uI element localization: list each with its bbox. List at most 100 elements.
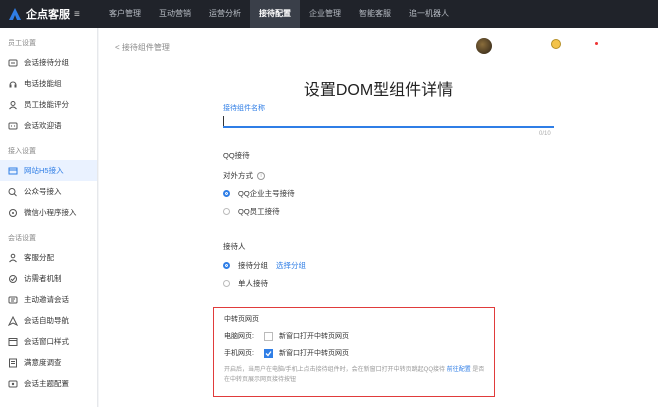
char-counter: 0/10: [539, 131, 551, 137]
qq-mode-label: 对外方式: [223, 171, 253, 180]
radio-unselected-icon[interactable]: [223, 280, 230, 287]
sidebar-item[interactable]: 会话主题配置: [0, 373, 97, 394]
logo-icon: [9, 8, 21, 20]
welcome-chat-icon: [8, 121, 18, 131]
main-content: < 接待组件管理 设置DOM型组件详情 接待组件名称 0/10 QQ接待 对外方…: [99, 28, 658, 407]
assign-icon: [8, 253, 18, 263]
invite-icon: [8, 295, 18, 305]
checkmark-icon: [265, 350, 272, 356]
sidebar-item[interactable]: 网站H5接入: [0, 160, 97, 181]
redirect-page-highlight: 中转页网页 电脑网页: 新窗口打开中转页网页 手机网页: 新窗口打开中转页网页 …: [213, 307, 495, 397]
receiver-section-title: 接待人: [223, 242, 246, 251]
back-link[interactable]: < 接待组件管理: [115, 42, 170, 53]
nav-item[interactable]: 运营分析: [200, 0, 250, 28]
top-bar: 企点客服 ≡ 客户管理 互动营销 运营分析 接待配置 企业管理 智能客服 追一机器人: [0, 0, 658, 28]
sidebar-group-title: 会话设置: [8, 235, 36, 242]
nav-item[interactable]: 追一机器人: [400, 0, 458, 28]
qq-option-staff[interactable]: QQ员工接待: [223, 206, 280, 217]
sidebar-item-label: 微信小程序接入: [24, 208, 77, 217]
visitor-icon: [8, 274, 18, 284]
sidebar-item-label: 会话主题配置: [24, 379, 69, 388]
mobile-label: 手机网页:: [224, 350, 254, 357]
receiver-option-single-label: 单人接待: [238, 279, 268, 288]
page-title: 设置DOM型组件详情: [303, 82, 454, 99]
user-rating-icon: [8, 100, 18, 110]
nav-item[interactable]: 接待配置: [250, 0, 300, 28]
sidebar-item-label: 电话技能组: [24, 79, 62, 88]
chat-group-icon: [8, 58, 18, 68]
name-field-label: 接待组件名称: [223, 105, 265, 112]
pc-checkbox[interactable]: [264, 331, 273, 341]
mobile-checkbox[interactable]: [264, 348, 273, 358]
sidebar-group-title: 员工设置: [8, 40, 36, 47]
wechat-official-icon: [8, 187, 18, 197]
select-group-link[interactable]: 选择分组: [276, 260, 306, 271]
sidebar-item-label: 员工技能评分: [24, 100, 69, 109]
menu-toggle-icon[interactable]: ≡: [74, 9, 80, 20]
nav-item[interactable]: 企业管理: [300, 0, 350, 28]
qq-section-title: QQ接待: [223, 151, 250, 160]
sidebar-item[interactable]: 员工技能评分: [0, 94, 97, 115]
nav-item[interactable]: 客户管理: [100, 0, 150, 28]
sidebar-item[interactable]: 客服分配: [0, 247, 97, 268]
top-nav: 客户管理 互动营销 运营分析 接待配置 企业管理 智能客服 追一机器人: [100, 0, 458, 28]
sidebar-item[interactable]: 满意度调查: [0, 352, 97, 373]
pc-label: 电脑网页:: [224, 333, 254, 340]
name-input[interactable]: [223, 114, 554, 128]
app-name: 企点客服: [26, 9, 70, 21]
app-logo[interactable]: 企点客服 ≡: [0, 6, 100, 22]
qq-option-main[interactable]: QQ企业主号接待: [223, 188, 295, 199]
sidebar-item-label: 主动邀请会话: [24, 295, 69, 304]
sidebar-item[interactable]: 主动邀请会话: [0, 289, 97, 310]
sidebar-group-title: 接入设置: [8, 148, 36, 155]
sidebar-item[interactable]: 会话接待分组: [0, 52, 97, 73]
nav-item[interactable]: 互动营销: [150, 0, 200, 28]
avatar[interactable]: [476, 38, 492, 54]
sidebar-item[interactable]: 公众号接入: [0, 181, 97, 202]
sidebar-item-label: 会话窗口样式: [24, 337, 69, 346]
mobile-checkbox-label: 新窗口打开中转页网页: [279, 350, 349, 357]
mobile-row: 手机网页: 新窗口打开中转页网页: [224, 348, 349, 358]
sidebar-item-label: 会话接待分组: [24, 58, 69, 67]
configure-link[interactable]: 前往配置: [447, 367, 471, 373]
sidebar: 员工设置会话接待分组 电话技能组员工技能评分 会话欢迎语接入设置网站H5接入公众号接…: [0, 28, 98, 407]
radio-selected-icon[interactable]: [223, 190, 230, 197]
redirect-title: 中转页网页: [224, 316, 259, 323]
sidebar-item[interactable]: 微信小程序接入: [0, 202, 97, 223]
nav-item[interactable]: 智能客服: [350, 0, 400, 28]
radio-unselected-icon[interactable]: [223, 208, 230, 215]
qq-mode-row: 对外方式 i: [223, 170, 265, 181]
web-icon: [8, 166, 18, 176]
qq-option-staff-label: QQ员工接待: [238, 207, 280, 216]
sidebar-item-label: 会话自助导航: [24, 316, 69, 325]
text-caret: [223, 116, 224, 126]
pc-row: 电脑网页: 新窗口打开中转页网页: [224, 331, 349, 341]
sidebar-item[interactable]: 电话技能组: [0, 73, 97, 94]
sidebar-item-label: 满意度调查: [24, 358, 62, 367]
receiver-option-group-label: 接待分组: [238, 261, 268, 270]
receiver-option-single[interactable]: 单人接待: [223, 278, 268, 289]
redirect-note-text: 开启后，当用户在电脑/手机上点击接待组件时，会在新窗口打开中转页跳起QQ接待: [224, 367, 446, 373]
theme-icon: [8, 379, 18, 389]
sidebar-item-label: 客服分配: [24, 253, 54, 262]
sidebar-item-label: 访需者机制: [24, 274, 62, 283]
window-style-icon: [8, 337, 18, 347]
sidebar-item[interactable]: 会话欢迎语: [0, 115, 97, 136]
info-icon[interactable]: i: [257, 171, 265, 180]
navigation-icon: [8, 315, 18, 326]
sidebar-item[interactable]: 会话自助导航: [0, 310, 97, 331]
survey-icon: [8, 358, 18, 368]
sidebar-item[interactable]: 会话窗口样式: [0, 331, 97, 352]
radio-selected-icon[interactable]: [223, 262, 230, 269]
emoji-icon[interactable]: [551, 39, 561, 49]
sidebar-item-label: 公众号接入: [24, 187, 62, 196]
qq-option-main-label: QQ企业主号接待: [238, 189, 295, 198]
receiver-option-group[interactable]: 接待分组 选择分组: [223, 260, 306, 271]
sidebar-item[interactable]: 访需者机制: [0, 268, 97, 289]
headset-icon: [8, 79, 18, 89]
pc-checkbox-label: 新窗口打开中转页网页: [279, 333, 349, 340]
notification-dot: [595, 42, 598, 45]
mini-program-icon: [8, 208, 18, 218]
redirect-note: 开启后，当用户在电脑/手机上点击接待组件时，会在新窗口打开中转页跳起QQ接待 前…: [224, 365, 488, 385]
sidebar-item-label: 会话欢迎语: [24, 121, 62, 130]
